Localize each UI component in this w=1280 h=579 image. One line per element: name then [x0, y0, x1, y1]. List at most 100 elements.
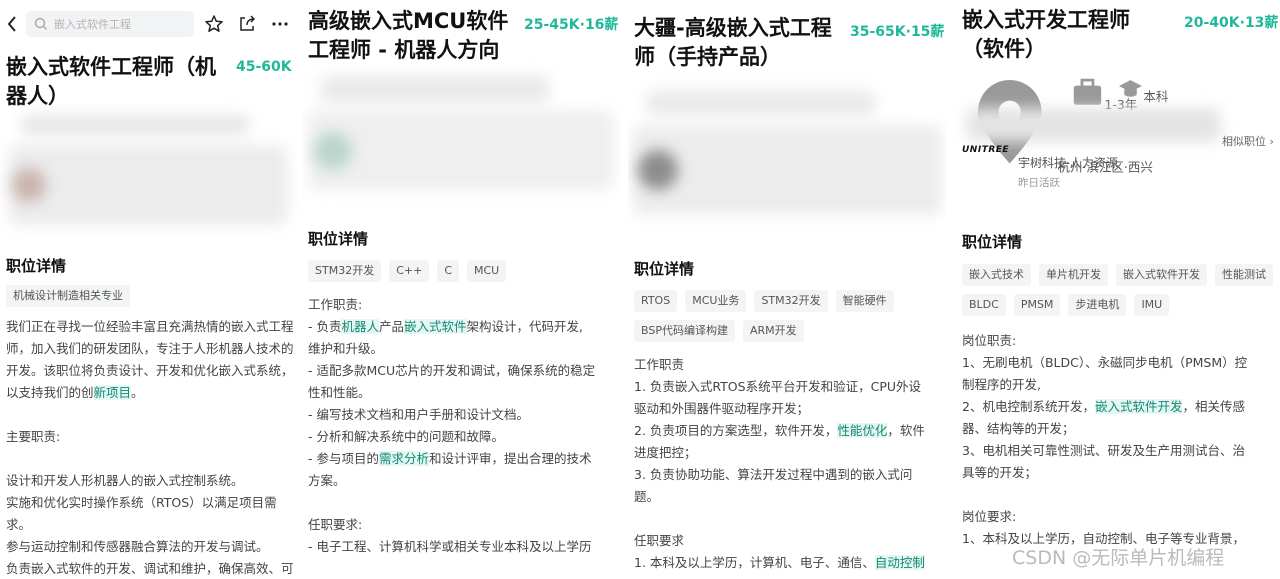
desc-line: - 编写技术文档和用户手册和设计文档。: [308, 407, 529, 422]
desc-line: 设计和开发人形机器人的嵌入式控制系统。: [6, 473, 244, 488]
job-salary: 25-45K·16薪: [524, 17, 619, 33]
share-icon[interactable]: [237, 14, 257, 34]
highlight-term[interactable]: 需求分析: [378, 451, 429, 466]
desc-line: - 负责机器人产品嵌入式软件架构设计，代码开发,: [308, 316, 618, 338]
blurred-avatar: [638, 150, 678, 190]
desc-line: 性和性能。: [308, 385, 371, 400]
desc-text: 和设计评审，提出合理的技术: [429, 451, 592, 466]
desc-line: - 适配多款MCU芯片的开发和调试，确保系统的稳定: [308, 363, 596, 378]
desc-text: 产品: [379, 319, 405, 334]
highlight-term[interactable]: 自动控制: [874, 555, 925, 570]
job-salary: 20-40K·13薪: [1184, 15, 1279, 31]
more-icon[interactable]: [270, 14, 290, 34]
job-title: 大疆-高级嵌入式工程师（手持产品）: [634, 16, 832, 69]
watermark: CSDN @无际单片机编程: [1012, 547, 1225, 569]
desc-line: 方案。: [308, 473, 346, 488]
tag: STM32开发: [754, 290, 828, 312]
blurred-info: [966, 108, 1221, 142]
desc-line: 实施和优化实时操作系统（RTOS）以满足项目需: [6, 495, 277, 510]
desc-line: 岗位职责:: [962, 333, 1017, 348]
tag: 智能硬件: [835, 290, 894, 312]
similar-jobs-label: 相似职位: [1222, 135, 1266, 148]
desc-line: 以支持我们的创新项目。: [6, 382, 296, 404]
job-panel-3: 大疆-高级嵌入式工程师（手持产品） 35-65K·15薪 职位详情 RTOS M…: [628, 0, 946, 579]
desc-text: 1. 本科及以上学历，计算机、电子、通信、: [634, 555, 875, 570]
desc-line: 负责嵌入式软件的开发、调试和维护，确保高效、可: [6, 561, 294, 576]
graduation-cap-icon: [1119, 80, 1143, 97]
job-panel-2: 高级嵌入式MCU软件工程师 - 机器人方向 25-45K·16薪 职位详情 ST…: [302, 0, 620, 579]
job-title: 嵌入式开发工程师（软件）: [962, 8, 1130, 61]
desc-line: 工作职责: [634, 357, 685, 372]
desc-text: - 负责: [308, 319, 342, 334]
tag: 嵌入式软件开发: [1116, 264, 1207, 286]
desc-line: 进度把控；: [634, 445, 697, 460]
job-panel-1: 嵌入式软件工程 嵌入式软件工程师（机器人） 45-60K 职位详情 机械设计制造…: [0, 0, 298, 579]
desc-text: ，软件: [887, 423, 925, 438]
blurred-info: [320, 75, 550, 103]
desc-line: 开发。该职位将负责设计、开发和优化嵌入式系统，: [6, 363, 294, 378]
desc-line: [634, 508, 944, 530]
tag-list: 嵌入式技术 单片机开发 嵌入式软件开发 性能测试 BLDC PMSM 步进电机 …: [962, 264, 1274, 316]
blurred-company-card: [308, 110, 614, 190]
job-title: 高级嵌入式MCU软件工程师 - 机器人方向: [308, 9, 509, 62]
education-text: 本科: [1143, 89, 1169, 105]
search-box[interactable]: 嵌入式软件工程: [26, 11, 194, 37]
blurred-avatar: [314, 132, 352, 170]
desc-line: [308, 492, 618, 514]
similar-jobs-link[interactable]: 相似职位 ›: [1222, 133, 1274, 149]
job-salary: 35-65K·15薪: [850, 24, 945, 40]
tag: C: [437, 260, 460, 282]
job-description: 我们正在寻找一位经验丰富且充满热情的嵌入式工程 师，加入我们的研发团队，专注于人…: [6, 316, 296, 579]
highlight-term[interactable]: 嵌入式软件开发: [1094, 399, 1183, 414]
desc-line: 任职要求: [634, 533, 685, 548]
desc-line: 师，加入我们的研发团队，专注于人形机器人技术的: [6, 341, 294, 356]
desc-text: 。: [131, 385, 144, 400]
tag: 步进电机: [1068, 294, 1127, 316]
tag-list: RTOS MCU业务 STM32开发 智能硬件 BSP代码编译构建 ARM开发: [634, 290, 940, 342]
company-logo: UNITREE: [962, 145, 1010, 155]
tag: 机械设计制造相关专业: [6, 285, 130, 307]
desc-line: 主要职责:: [6, 429, 61, 444]
desc-line: - 参与项目的需求分析和设计评审，提出合理的技术: [308, 448, 618, 470]
desc-line: 驱动和外围器件驱动程序开发；: [634, 401, 810, 416]
desc-line: 岗位要求:: [962, 509, 1017, 524]
desc-line: 具等的开发；: [962, 465, 1038, 480]
desc-text: 2. 负责项目的方案选型，软件开发，: [634, 423, 838, 438]
desc-line: 求。: [6, 517, 32, 532]
highlight-term[interactable]: 嵌入式软件: [404, 319, 467, 334]
tag: C++: [389, 260, 430, 282]
job-panel-4: 嵌入式开发工程师（软件） 20-40K·13薪 杭州·滨江区·西兴 1-3年 本…: [954, 0, 1280, 579]
desc-line: [6, 448, 296, 470]
job-salary: 45-60K: [236, 59, 292, 75]
desc-line: 1. 负责嵌入式RTOS系统平台开发和验证，CPU外设: [634, 379, 922, 394]
desc-text: 2、机电控制系统开发，: [962, 399, 1095, 414]
tag: 性能测试: [1215, 264, 1273, 286]
desc-line: 1. 本科及以上学历，计算机、电子、通信、自动控制: [634, 552, 944, 574]
job-description: 岗位职责: 1、无刷电机（BLDC）、永磁同步电机（PMSM）控 制程序的开发,…: [962, 330, 1278, 550]
section-title: 职位详情: [634, 260, 695, 278]
desc-line: 维护和升级。: [308, 341, 384, 356]
star-icon[interactable]: [204, 14, 224, 34]
tag: 嵌入式技术: [962, 264, 1031, 286]
tag: MCU业务: [685, 290, 747, 312]
desc-line: - 分析和解决系统中的问题和故障。: [308, 429, 504, 444]
back-arrow-icon[interactable]: [6, 15, 18, 33]
highlight-term[interactable]: 性能优化: [837, 423, 888, 438]
search-placeholder: 嵌入式软件工程: [54, 18, 131, 31]
tag: IMU: [1134, 294, 1170, 316]
desc-text: - 参与项目的: [308, 451, 379, 466]
desc-line: 3、电机相关可靠性测试、研发及生产用测试台、治: [962, 443, 1245, 458]
highlight-term[interactable]: 新项目: [93, 385, 132, 400]
desc-line: - 电子工程、计算机科学或相关专业本科及以上学历: [308, 539, 592, 554]
company-name[interactable]: 宇树科技·人力资源: [1018, 154, 1118, 171]
desc-line: 任职要求:: [308, 517, 363, 532]
desc-line: 题。: [634, 489, 660, 504]
tag: RTOS: [634, 290, 678, 312]
blurred-avatar: [12, 168, 46, 202]
tag: 单片机开发: [1039, 264, 1108, 286]
desc-line: [962, 484, 1278, 506]
job-description: 工作职责: - 负责机器人产品嵌入式软件架构设计，代码开发, 维护和升级。 - …: [308, 294, 618, 558]
desc-line: [6, 404, 296, 426]
desc-text: ，相关传感: [1182, 399, 1245, 414]
highlight-term[interactable]: 机器人: [341, 319, 379, 334]
